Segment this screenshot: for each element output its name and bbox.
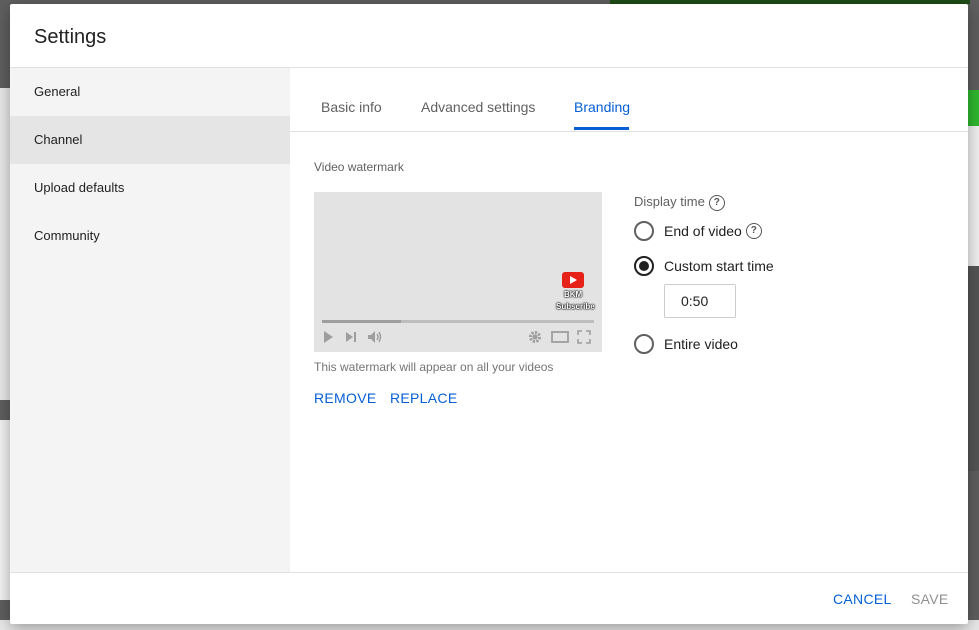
radio-label: Custom start time (664, 258, 774, 274)
theater-icon (551, 330, 569, 347)
background-fragment (968, 90, 979, 126)
tab-branding[interactable]: Branding (574, 68, 630, 131)
background-fragment (968, 126, 979, 266)
tab-basic-info[interactable]: Basic info (321, 68, 382, 131)
sidebar-item-channel[interactable]: Channel (10, 116, 290, 164)
save-button[interactable]: SAVE (911, 591, 949, 607)
help-icon[interactable]: ? (745, 223, 762, 239)
settings-content: Basic info Advanced settings Branding Vi… (290, 68, 968, 572)
radio-label: Entire video (664, 336, 738, 352)
watermark-logo-subtext: Subscribe (556, 302, 595, 311)
background-fragment (0, 88, 10, 400)
active-tab-indicator (574, 127, 629, 130)
custom-start-time-input[interactable] (664, 284, 736, 318)
dialog-footer: CANCEL SAVE (10, 572, 968, 624)
preview-progress-bar (322, 320, 594, 323)
settings-sidebar: General Channel Upload defaults Communit… (10, 68, 290, 572)
play-icon (322, 330, 334, 347)
cancel-button[interactable]: CANCEL (833, 591, 892, 607)
help-icon[interactable]: ? (708, 194, 725, 211)
next-icon (344, 330, 358, 347)
radio-custom-start-time[interactable]: Custom start time (634, 255, 774, 277)
radio-button[interactable] (634, 334, 654, 354)
radio-entire-video[interactable]: Entire video (634, 333, 738, 355)
gear-icon (528, 330, 542, 347)
watermark-preview: BKM Subscribe (314, 192, 602, 352)
watermark-section-label: Video watermark (314, 160, 404, 174)
sidebar-item-upload-defaults[interactable]: Upload defaults (10, 164, 290, 212)
tab-advanced-settings[interactable]: Advanced settings (421, 68, 535, 131)
remove-watermark-button[interactable]: REMOVE (314, 390, 376, 406)
watermark-caption: This watermark will appear on all your v… (314, 360, 554, 374)
preview-progress-fill (322, 320, 401, 323)
fullscreen-icon (577, 330, 591, 347)
sidebar-item-community[interactable]: Community (10, 212, 290, 260)
volume-icon (367, 330, 383, 347)
dialog-title: Settings (34, 26, 107, 48)
background-fragment (0, 420, 10, 600)
watermark-logo-text: BKM (564, 290, 583, 299)
display-time-text: Display time (634, 194, 705, 209)
youtube-logo-icon (562, 272, 584, 288)
radio-label: End of video (664, 223, 742, 239)
settings-dialog: Settings General Channel Upload defaults… (10, 4, 968, 624)
radio-button[interactable] (634, 221, 654, 241)
display-time-label: Display time? (634, 194, 725, 211)
radio-button-checked[interactable] (634, 256, 654, 276)
tab-bar: Basic info Advanced settings Branding (290, 68, 968, 132)
sidebar-item-general[interactable]: General (10, 68, 290, 116)
background-fragment (968, 266, 979, 471)
replace-watermark-button[interactable]: REPLACE (390, 390, 457, 406)
radio-end-of-video[interactable]: End of video ? (634, 220, 762, 242)
dialog-header: Settings (10, 4, 968, 68)
